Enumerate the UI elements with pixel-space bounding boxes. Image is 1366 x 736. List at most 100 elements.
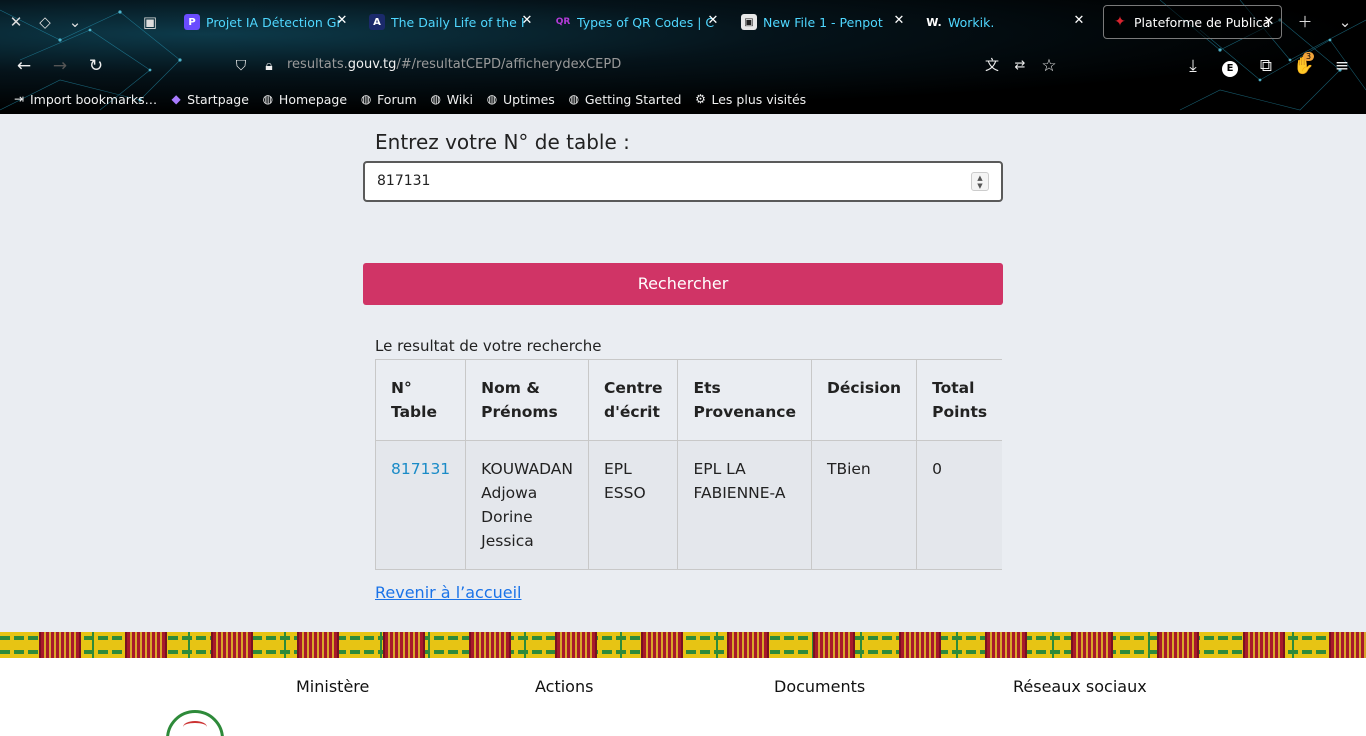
tab-close-icon[interactable]: ✕ <box>705 13 721 29</box>
globe-icon: ◍ <box>430 92 441 106</box>
download-icon[interactable]: ⤓ <box>1180 53 1206 79</box>
url-host: gouv.tg <box>347 57 397 72</box>
total-points-cell: 0 <box>916 440 1003 570</box>
name-cell: KOUWADAN Adjowa Dorine Jessica <box>465 440 589 570</box>
tab-bar: ✕ ◇ ⌄ ▣ P Projet IA Détection Gr ✕ A The… <box>0 0 1366 44</box>
tab-title: Projet IA Détection Gr <box>206 14 342 30</box>
globe-icon: ◍ <box>360 92 372 106</box>
new-tab-icon[interactable]: ＋ <box>1291 8 1319 36</box>
decision-cell: TBien <box>810 440 918 570</box>
tab-list-chevron-icon[interactable]: ⌄ <box>1331 8 1359 36</box>
gear-icon: ⚙ <box>695 92 706 106</box>
flag-pattern-block <box>985 632 1027 658</box>
number-spinner-icon[interactable]: ▲ ▼ <box>971 172 989 191</box>
bookmark-getting-started[interactable]: ◍ Getting Started <box>567 92 682 107</box>
bookmarks-bar: ⇥ Import bookmarks… ◆ Startpage ◍ Homepage … <box>0 86 1366 112</box>
flag-pattern-block <box>39 632 81 658</box>
globe-icon: ◍ <box>486 92 498 106</box>
translate-page-icon[interactable]: ⇄ <box>1007 53 1033 79</box>
bookmark-label: Startpage <box>187 91 249 107</box>
tab-projet-ia[interactable]: P Projet IA Détection Gr ✕ <box>184 5 354 39</box>
tab-close-icon[interactable]: ✕ <box>891 13 907 29</box>
column-header: Centre d'écrit <box>587 359 679 441</box>
globe-icon: ◍ <box>568 92 580 106</box>
footer-column-reseaux: Réseaux sociaux <box>1013 677 1147 696</box>
tab-qr-codes[interactable]: QR Types of QR Codes | C ✕ <box>555 5 725 39</box>
reload-icon[interactable]: ↻ <box>83 53 109 79</box>
flag-pattern-block <box>1071 632 1113 658</box>
bookmark-wiki[interactable]: ◍ Wiki <box>429 92 473 107</box>
flag-pattern-block <box>555 632 597 658</box>
tab-title: New File 1 - Penpot <box>763 14 883 30</box>
forward-arrow-icon[interactable]: → <box>47 53 73 79</box>
bookmark-startpage[interactable]: ◆ Startpage <box>169 92 249 107</box>
flag-pattern-block <box>297 632 339 658</box>
tab-workik[interactable]: W. Workik. ✕ <box>926 5 1091 39</box>
tab-title: Types of QR Codes | C <box>577 14 715 30</box>
tab-close-icon[interactable]: ✕ <box>519 13 535 29</box>
footer: Ministère Actions Documents Réseaux soci… <box>0 658 1366 736</box>
flag-pattern-block <box>383 632 425 658</box>
menu-icon[interactable]: ≡ <box>1329 53 1355 79</box>
bookmark-homepage[interactable]: ◍ Homepage <box>261 92 347 107</box>
flag-pattern-block <box>469 632 511 658</box>
profile-initial: E <box>1222 61 1238 77</box>
tab-close-icon[interactable]: ✕ <box>1261 14 1277 30</box>
flag-pattern-block <box>1243 632 1285 658</box>
star-icon[interactable]: ☆ <box>1036 53 1062 79</box>
browser-chrome: ✕ ◇ ⌄ ▣ P Projet IA Détection Gr ✕ A The… <box>0 0 1366 114</box>
search-button[interactable]: Rechercher <box>363 263 1003 305</box>
column-header: Ets Provenance <box>677 359 812 441</box>
flag-pattern-strip <box>0 632 1366 658</box>
tab-close-icon[interactable]: ✕ <box>334 13 350 29</box>
tab-plateforme-publication[interactable]: ✦ Plateforme de Publica ✕ <box>1103 5 1282 39</box>
results-table: N° Table Nom & Prénoms Centre d'écrit Et… <box>374 359 1003 570</box>
bookmark-most-visited[interactable]: ⚙ Les plus visités <box>693 92 806 107</box>
bookmark-label: Forum <box>377 91 417 107</box>
column-header: Total Points <box>916 359 1003 441</box>
back-arrow-icon[interactable]: ← <box>11 53 37 79</box>
tab-penpot[interactable]: ▣ New File 1 - Penpot ✕ <box>741 5 911 39</box>
provenance-cell: EPL LA FABIENNE-A <box>677 440 812 570</box>
bookmark-forum[interactable]: ◍ Forum <box>359 92 417 107</box>
flag-pattern-block <box>813 632 855 658</box>
tab-favicon-icon: A <box>369 14 385 30</box>
column-header: Nom & Prénoms <box>465 359 589 441</box>
tab-favicon-icon: ✦ <box>1114 14 1126 30</box>
tab-title: The Daily Life of the I <box>391 14 525 30</box>
tab-tray-icon[interactable]: ▣ <box>136 8 164 36</box>
bookmark-uptimes[interactable]: ◍ Uptimes <box>485 92 555 107</box>
footer-column-documents: Documents <box>774 677 866 696</box>
globe-icon: ◍ <box>262 92 274 106</box>
bookmark-label: Getting Started <box>584 91 682 107</box>
flag-pattern-block <box>1157 632 1199 658</box>
flag-pattern-block <box>727 632 769 658</box>
close-icon[interactable]: ✕ <box>2 8 30 36</box>
results-caption: Le resultat de votre recherche <box>375 337 602 355</box>
flag-pattern-block <box>641 632 683 658</box>
flag-pattern-block <box>125 632 167 658</box>
tab-favicon-icon: W. <box>926 15 942 29</box>
back-home-link[interactable]: Revenir à l’accueil <box>375 583 522 602</box>
url-prefix: resultats. <box>287 57 348 72</box>
bookmark-import[interactable]: ⇥ Import bookmarks… <box>12 92 157 107</box>
table-number-cell[interactable]: 817131 <box>374 440 467 570</box>
url-path: /#/resultatCEPD/afficherydexCEPD <box>396 57 622 72</box>
flag-pattern-block <box>899 632 941 658</box>
chevron-down-icon[interactable]: ⌄ <box>61 8 89 36</box>
tab-favicon-icon: QR <box>555 17 571 27</box>
profile-avatar[interactable]: E <box>1217 53 1243 79</box>
table-number-input[interactable]: 817131 ▲ ▼ <box>363 161 1003 202</box>
table-number-link[interactable]: 817131 <box>391 460 450 478</box>
tab-title: Plateforme de Publica <box>1134 14 1271 30</box>
bookmark-label: Import bookmarks… <box>30 91 158 107</box>
diamond-icon[interactable]: ◇ <box>31 8 59 36</box>
url-field[interactable]: resultats.gouv.tg/#/resultatCEPD/affiche… <box>226 53 1006 77</box>
tab-daily-life[interactable]: A The Daily Life of the I ✕ <box>369 5 539 39</box>
page-content: Entrez votre N° de table : 817131 ▲ ▼ Rec… <box>0 114 1366 736</box>
emblem-logo <box>166 710 224 736</box>
extensions-icon[interactable]: ⧉ <box>1253 53 1279 79</box>
centre-cell: EPL ESSO <box>587 440 679 570</box>
tab-close-icon[interactable]: ✕ <box>1071 13 1087 29</box>
bookmark-label: Uptimes <box>502 91 555 107</box>
